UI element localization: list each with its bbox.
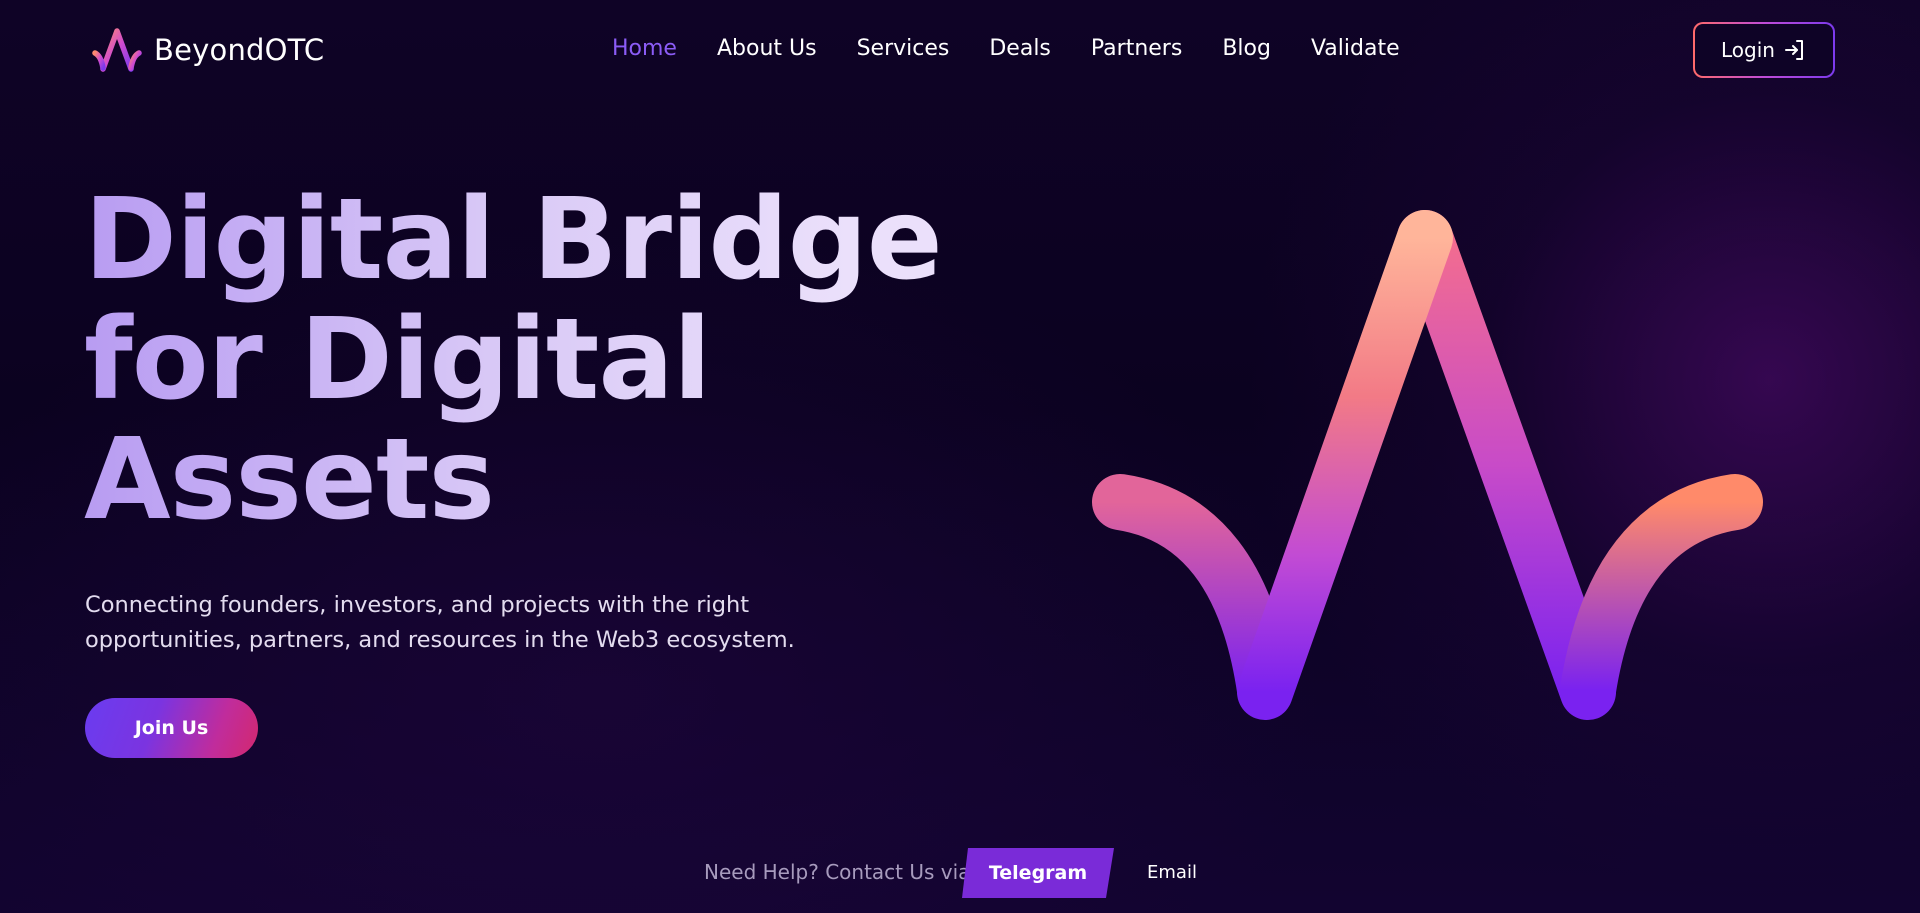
join-us-button[interactable]: Join Us	[85, 698, 258, 758]
nav-item-deals[interactable]: Deals	[989, 36, 1051, 61]
site-header: BeyondOTC Home About Us Services Deals P…	[0, 0, 1920, 102]
beyondotc-emblem-icon	[1086, 210, 1770, 720]
login-label: Login	[1721, 38, 1775, 62]
contact-bar: Need Help? Contact Us via Telegram Email	[0, 846, 1920, 898]
hero-subtitle-line-1: Connecting founders, investors, and proj…	[85, 592, 750, 618]
nav-item-validate[interactable]: Validate	[1311, 36, 1400, 61]
main-nav: Home About Us Services Deals Partners Bl…	[612, 36, 1400, 61]
hero-title-line-2: for Digital	[84, 295, 711, 425]
brand-home-link[interactable]: BeyondOTC	[86, 26, 324, 74]
contact-text: Need Help? Contact Us via	[704, 860, 971, 884]
login-arrow-icon	[1784, 40, 1803, 60]
nav-item-about-us[interactable]: About Us	[717, 36, 817, 61]
login-button[interactable]: Login	[1693, 22, 1835, 78]
hero-subtitle-line-2: opportunities, partners, and resources i…	[85, 627, 795, 653]
nav-item-blog[interactable]: Blog	[1222, 36, 1271, 61]
email-link[interactable]: Email	[1147, 862, 1197, 883]
telegram-button[interactable]: Telegram	[962, 848, 1114, 898]
hero-title-line-3: Assets	[84, 415, 495, 545]
login-button-inner: Login	[1695, 24, 1833, 76]
beyondotc-logo-icon	[88, 28, 146, 72]
nav-item-home[interactable]: Home	[612, 36, 677, 61]
hero-subtitle: Connecting founders, investors, and proj…	[85, 588, 805, 658]
nav-item-services[interactable]: Services	[857, 36, 950, 61]
hero-title: Digital Bridge for Digital Assets	[84, 180, 984, 540]
nav-item-partners[interactable]: Partners	[1091, 36, 1182, 61]
landing-page: BeyondOTC Home About Us Services Deals P…	[0, 0, 1920, 913]
telegram-label: Telegram	[988, 862, 1088, 884]
brand-name: BeyondOTC	[154, 33, 325, 67]
hero-title-line-1: Digital Bridge	[84, 175, 942, 305]
